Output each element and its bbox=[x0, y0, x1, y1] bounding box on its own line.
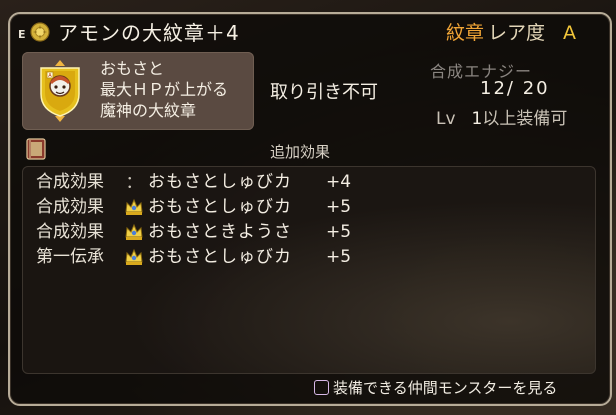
effect-name: おもさとしゅびカ bbox=[148, 197, 292, 217]
item-header: E アモンの大紋章＋4 紋章 レア度 A bbox=[18, 20, 598, 46]
crown-icon bbox=[125, 248, 143, 265]
synthesis-energy-value: 12/ 20 bbox=[480, 78, 550, 99]
equipped-mark: E bbox=[18, 28, 26, 41]
item-description: おもさと 最大ＨＰが上がる 魔神の大紋章 bbox=[100, 58, 228, 121]
footer-label: 装備できる仲間モンスターを見る bbox=[333, 379, 558, 397]
description-line: 最大ＨＰが上がる bbox=[100, 80, 229, 99]
effect-type: 合成効果 bbox=[36, 222, 104, 242]
square-button-icon bbox=[314, 380, 329, 395]
additional-effects-title: 追加効果 bbox=[270, 143, 331, 161]
trade-status: 取り引き不可 bbox=[270, 82, 378, 103]
level-requirement: Lv 1以上装備可 bbox=[436, 104, 567, 129]
item-info-panel: A おもさと 最大ＨＰが上がる 魔神の大紋章 bbox=[22, 52, 254, 130]
svg-text:A: A bbox=[48, 73, 52, 79]
effect-type: 合成効果 bbox=[36, 197, 104, 217]
rarity-grade: A bbox=[563, 22, 576, 44]
view-compatible-monsters-button[interactable]: 装備できる仲間モンスターを見る bbox=[314, 377, 557, 398]
effect-value: +5 bbox=[326, 222, 352, 242]
effect-value: +4 bbox=[326, 172, 352, 192]
effect-name: おもさとしゅびカ bbox=[148, 247, 292, 267]
item-category: 紋章 bbox=[445, 22, 484, 44]
emblem-coin-icon bbox=[30, 22, 50, 42]
effect-name: おもさとしゅびカ bbox=[148, 172, 292, 192]
effect-name: おもさときようさ bbox=[148, 222, 292, 242]
crown-icon bbox=[125, 198, 143, 215]
crown-icon bbox=[125, 223, 143, 240]
effect-value: +5 bbox=[326, 197, 352, 217]
effect-type: 合成効果 bbox=[36, 172, 104, 192]
description-line: 魔神の大紋章 bbox=[100, 101, 197, 120]
rarity-label: レア度 bbox=[487, 22, 545, 44]
level-value: 1 bbox=[471, 109, 483, 129]
effect-separator: ： bbox=[125, 173, 143, 193]
description-line: おもさと bbox=[100, 59, 165, 78]
additional-effects-list bbox=[22, 166, 596, 374]
rarity-display: 紋章 レア度 A bbox=[446, 20, 576, 46]
level-suffix: 以上装備可 bbox=[482, 109, 568, 129]
book-icon[interactable] bbox=[26, 138, 46, 160]
effect-type: 第一伝承 bbox=[36, 247, 104, 267]
monster-crest-icon: A bbox=[40, 60, 80, 122]
item-title: アモンの大紋章＋4 bbox=[58, 21, 240, 45]
level-label: Lv bbox=[436, 109, 456, 129]
effect-value: +5 bbox=[326, 247, 352, 267]
